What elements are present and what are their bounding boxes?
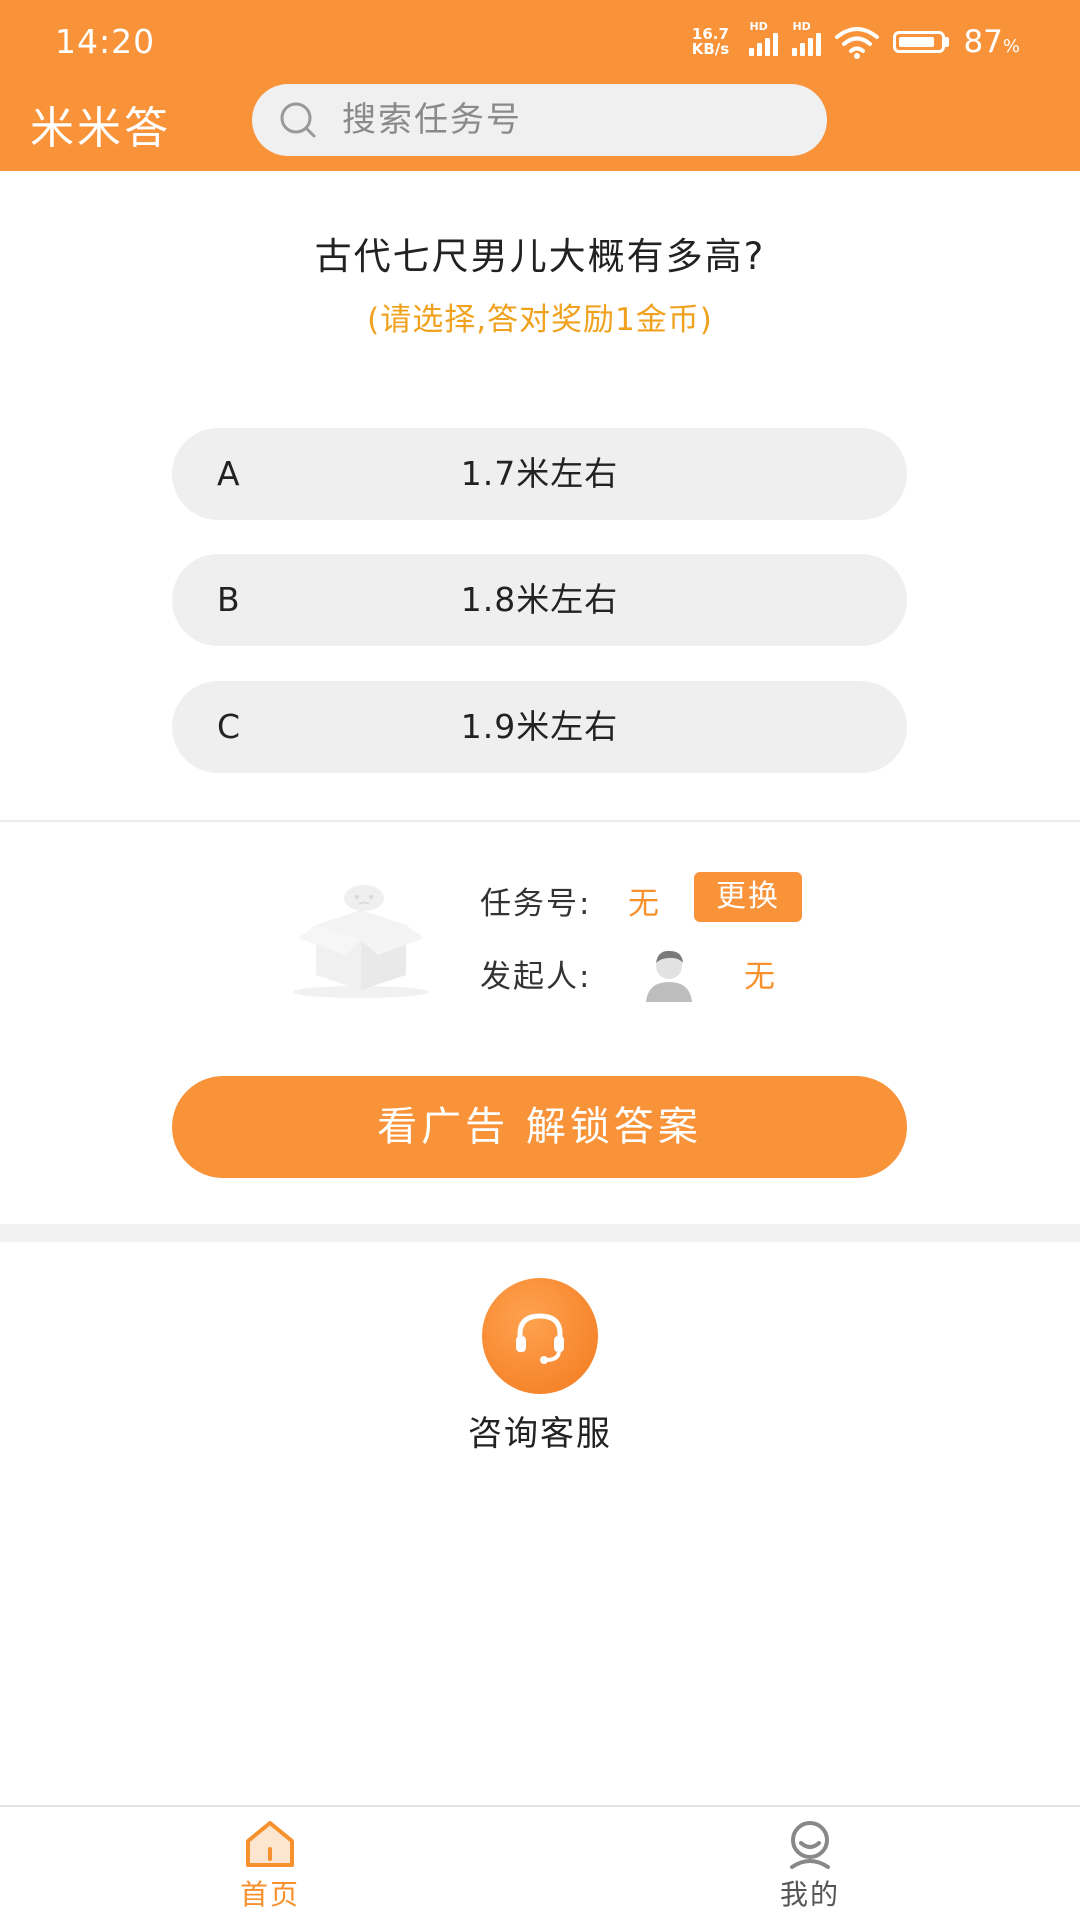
status-bar: 14:20 16.7 KB/s HD HD 87%	[0, 0, 1080, 78]
nav-home-label: 首页	[239, 1878, 300, 1911]
status-time: 14:20	[55, 22, 156, 61]
task-number-value: 无	[628, 886, 659, 922]
signal-icon: HD	[792, 20, 822, 56]
app-title: 米米答	[30, 103, 171, 154]
avatar	[646, 950, 692, 1002]
wifi-icon	[835, 27, 880, 59]
reward-hint: (请选择,答对奖励1金币)	[367, 302, 713, 338]
network-speed: 16.7 KB/s	[685, 27, 735, 57]
nav-mine[interactable]: 我的	[710, 1807, 910, 1922]
nav-home[interactable]: 首页	[170, 1807, 370, 1922]
headset-icon	[482, 1278, 598, 1394]
search-bar[interactable]	[252, 84, 827, 156]
bottom-nav: 首页 我的	[0, 1805, 1080, 1922]
section-divider	[0, 820, 1080, 822]
option-text: 1.7米左右	[460, 454, 619, 493]
app-header: 14:20 16.7 KB/s HD HD 87% 米米答 搜索任务号	[0, 0, 1080, 171]
option-c[interactable]: 1.9米左右 C	[172, 681, 907, 773]
question-text: 古代七尺男儿大概有多高?	[314, 235, 766, 278]
customer-service-label: 咨询客服	[468, 1414, 612, 1454]
option-text: 1.9米左右	[460, 707, 619, 746]
user-icon	[790, 1821, 830, 1869]
battery-percent: 87%	[963, 24, 1020, 60]
nav-mine-label: 我的	[779, 1878, 840, 1911]
initiator-value: 无	[744, 959, 775, 995]
change-task-button[interactable]: 更换	[694, 872, 802, 922]
option-a[interactable]: 1.7米左右 A	[172, 428, 907, 520]
status-icons: 16.7 KB/s HD HD 87%	[685, 20, 1020, 62]
hd-label: HD	[792, 20, 811, 33]
search-input[interactable]	[340, 99, 804, 141]
task-number-label: 任务号:	[480, 886, 592, 922]
home-icon	[246, 1821, 294, 1867]
initiator-label: 发起人:	[480, 959, 592, 995]
option-letter: A	[217, 454, 240, 493]
option-b[interactable]: 1.8米左右 B	[172, 554, 907, 646]
watch-ad-unlock-button[interactable]: 看广告 解锁答案	[172, 1076, 907, 1178]
signal-icon: HD	[749, 20, 779, 56]
customer-service-button[interactable]: 咨询客服	[440, 1278, 640, 1455]
search-icon	[280, 102, 316, 138]
option-text: 1.8米左右	[460, 580, 619, 619]
option-letter: B	[217, 580, 240, 619]
option-letter: C	[217, 707, 241, 746]
hd-label: HD	[749, 20, 768, 33]
empty-box-illustration	[293, 885, 429, 998]
section-divider	[0, 1224, 1080, 1242]
battery-icon	[893, 31, 950, 53]
network-speed-unit: KB/s	[691, 40, 730, 58]
